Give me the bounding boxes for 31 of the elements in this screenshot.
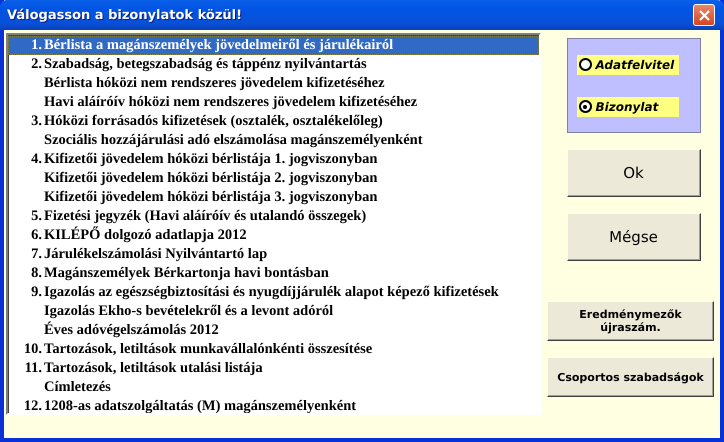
dialog-button[interactable]: Csoportos szabadságok (547, 357, 714, 397)
close-button[interactable] (693, 4, 715, 26)
list-item[interactable]: 10.Tartozások, letiltások munkavállalónkénti összesítése (8, 340, 539, 359)
list-item[interactable]: 5.Fizetési jegyzék (Havi aláíróív és utalandó összegek) (8, 207, 539, 226)
list-item[interactable]: 7.Járulékelszámolási Nyilvántartó lap (8, 245, 539, 264)
dialog-button[interactable]: Ok (566, 149, 700, 197)
list-item[interactable]: 3.Hóközi forrásadós kifizetések (osztalék, osztalékelőleg) (8, 112, 539, 131)
list-item[interactable]: Éves adóvégelszámolás 2012 (8, 321, 539, 340)
list-item[interactable]: 2.Szabadság, betegszabadság és táppénz nyilvántartás (8, 55, 539, 74)
list-item[interactable]: Kifizetői jövedelem hóközi bérlistája 3. jogviszonyban (8, 188, 539, 207)
dialog-button[interactable]: Eredménymezők újraszám. (547, 301, 714, 341)
list-item[interactable]: Igazolás Ekho-s bevételekről és a levont adóról (8, 302, 539, 321)
list-item[interactable]: Szociális hozzájárulási adó elszámolása magánszemélyenként (8, 131, 539, 150)
list-item[interactable]: 6.KILÉPŐ dolgozó adatlapja 2012 (8, 226, 539, 245)
radio-option[interactable]: Adatfelvitel (576, 54, 678, 74)
close-icon (698, 10, 710, 20)
list-item[interactable]: 1.Bérlista a magánszemélyek jövedelmeiről és járulékairól (8, 36, 539, 55)
window-title: Válogasson a bizonylatok közül! (7, 8, 242, 22)
list-item[interactable]: 9.Igazolás az egészségbiztosítási és nyugdíjjárulék alapot képező kifizetések (8, 283, 539, 302)
list-item[interactable]: 11.Tartozások, letiltások utalási listája (8, 359, 539, 378)
list-item[interactable]: Bérlista hóközi nem rendszeres jövedelem kifizetéséhez (8, 74, 539, 93)
list-item[interactable]: 4.Kifizetői jövedelem hóközi bérlistája 1. jogviszonyban (8, 150, 539, 169)
list-item[interactable]: 8.Magánszemélyek Bérkartonja havi bontásban (8, 264, 539, 283)
list-item[interactable]: Havi aláíróív hóközi nem rendszeres jövedelem kifizetéséhez (8, 93, 539, 112)
radio-button[interactable] (578, 100, 592, 113)
dialog-button[interactable]: Mégse (566, 213, 700, 261)
list-item[interactable]: 12.1208-as adatszolgáltatás (M) magánszemélyenként (8, 397, 539, 413)
radio-option[interactable]: Bizonylat (576, 96, 678, 116)
list-item[interactable]: Címletezés (8, 378, 539, 397)
list-item[interactable]: Kifizetői jövedelem hóközi bérlistája 2. jogviszonyban (8, 169, 539, 188)
radio-button[interactable] (578, 58, 592, 71)
